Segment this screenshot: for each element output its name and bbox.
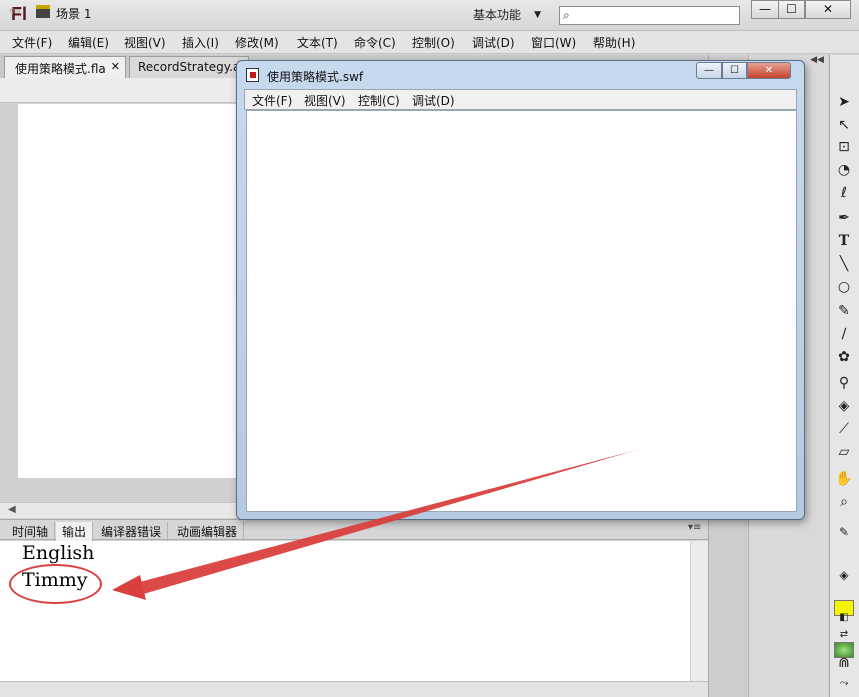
minimize-button[interactable]: — [751, 0, 779, 19]
player-maximize-button[interactable]: ☐ [722, 62, 747, 79]
subselection-tool-icon[interactable]: ↖ [834, 115, 854, 135]
tab-fla-document[interactable]: 使用策略模式.fla ✕ [4, 56, 126, 78]
player-window-title: 使用策略模式.swf [267, 70, 364, 84]
brush-icon[interactable]: ∕ [834, 324, 854, 344]
help-search-input[interactable]: ⌕ [559, 6, 740, 25]
eyedropper-icon[interactable]: ⟋ [834, 419, 854, 439]
menu-help[interactable]: 帮助(H) [593, 34, 635, 51]
menu-view[interactable]: 视图(V) [124, 34, 166, 51]
player-minimize-button[interactable]: — [696, 62, 722, 79]
player-menu-view[interactable]: 视图(V) [304, 92, 346, 109]
stage-canvas[interactable] [18, 104, 238, 478]
tab-timeline[interactable]: 时间轴 [6, 522, 56, 541]
stroke-color-icon[interactable]: ✎ [834, 522, 854, 542]
tab-label: 使用策略模式.fla [15, 62, 106, 76]
highlight-ellipse [9, 564, 102, 604]
menu-insert[interactable]: 插入(I) [182, 34, 219, 51]
arrow-left-icon[interactable]: ⇦ [9, 3, 21, 19]
menu-debug[interactable]: 调试(D) [472, 34, 515, 51]
stage-horizontal-scrollbar[interactable]: ◀ [0, 502, 238, 518]
tab-output[interactable]: 输出 [56, 522, 94, 541]
bone-icon[interactable]: ⚲ [834, 373, 854, 393]
menu-commands[interactable]: 命令(C) [354, 34, 396, 51]
output-panel [0, 541, 708, 681]
player-menu-control[interactable]: 控制(C) [358, 92, 400, 109]
maximize-button[interactable]: ☐ [778, 0, 805, 19]
free-transform-icon[interactable]: ⊡ [834, 137, 854, 157]
scroll-left-icon[interactable]: ◀ [8, 504, 16, 515]
pen-icon[interactable]: ✒ [834, 208, 854, 228]
oval-icon[interactable]: ○ [834, 277, 854, 297]
swf-content-area[interactable] [246, 110, 797, 512]
player-menu-debug[interactable]: 调试(D) [412, 92, 455, 109]
output-vertical-scrollbar[interactable] [690, 541, 708, 681]
tab-motion-editor[interactable]: 动画编辑器 [171, 522, 245, 541]
scene-label[interactable]: 场景 1 [56, 5, 91, 22]
fill-color-icon[interactable]: ◈ [834, 565, 854, 585]
chevron-down-icon: ▼ [534, 10, 541, 20]
close-tab-icon[interactable]: ✕ [111, 60, 120, 73]
tab-label: RecordStrategy.as [138, 60, 247, 74]
menu-text[interactable]: 文本(T) [297, 34, 338, 51]
tab-as-document[interactable]: RecordStrategy.as [129, 56, 249, 78]
tools-panel: ➤ ↖ ⊡ ◔ ℓ ✒ T ╲ ○ ✎ ∕ ✿ ⚲ ◈ ⟋ ▱ ✋ ⌕ ✎ ◈ … [829, 55, 859, 697]
selection-tool-icon[interactable]: ➤ [834, 92, 854, 112]
workspace-switcher[interactable]: 基本功能 ▼ [463, 4, 549, 26]
output-line: English [22, 542, 95, 564]
paint-bucket-icon[interactable]: ◈ [834, 396, 854, 416]
flash-player-icon [246, 68, 259, 82]
player-close-button[interactable]: ✕ [747, 62, 791, 79]
menu-window[interactable]: 窗口(W) [531, 34, 576, 51]
menu-modify[interactable]: 修改(M) [235, 34, 279, 51]
smooth-icon[interactable]: ⤳ [834, 673, 854, 693]
snap-magnet-icon[interactable]: ⋒ [834, 653, 854, 673]
hand-icon[interactable]: ✋ [834, 469, 854, 489]
magnifier-icon: ⌕ [563, 8, 570, 22]
line-icon[interactable]: ╲ [834, 254, 854, 274]
workspace-label: 基本功能 [473, 8, 522, 22]
tab-compiler-errors[interactable]: 编译器错误 [95, 522, 169, 541]
eraser-icon[interactable]: ▱ [834, 442, 854, 462]
player-menu-bar: 文件(F) 视图(V) 控制(C) 调试(D) [244, 89, 797, 110]
panel-collapse-icon[interactable]: ◀◀ [805, 55, 829, 67]
swap-colors-icon[interactable]: ⇄ [834, 625, 854, 645]
bottom-panel-tabs: 时间轴 输出 编译器错误 动画编辑器 [0, 519, 708, 541]
status-bar [0, 681, 708, 697]
menu-file[interactable]: 文件(F) [12, 34, 52, 51]
text-icon[interactable]: T [834, 231, 854, 251]
clapperboard-icon [36, 5, 50, 18]
flash-player-window[interactable]: 使用策略模式.swf — ☐ ✕ 文件(F) 视图(V) 控制(C) 调试(D) [236, 60, 805, 520]
deco-icon[interactable]: ✿ [834, 347, 854, 367]
menu-bar: 文件(F) 编辑(E) 视图(V) 插入(I) 修改(M) 文本(T) 命令(C… [0, 31, 859, 54]
menu-control[interactable]: 控制(O) [412, 34, 455, 51]
pencil-icon[interactable]: ✎ [834, 301, 854, 321]
3d-rotation-icon[interactable]: ◔ [834, 160, 854, 180]
panel-options-icon[interactable]: ▾≡ [688, 522, 701, 533]
zoom-icon[interactable]: ⌕ [834, 492, 854, 512]
lasso-icon[interactable]: ℓ [834, 183, 854, 203]
player-menu-file[interactable]: 文件(F) [252, 92, 292, 109]
close-button[interactable]: ✕ [805, 0, 851, 19]
menu-edit[interactable]: 编辑(E) [68, 34, 109, 51]
